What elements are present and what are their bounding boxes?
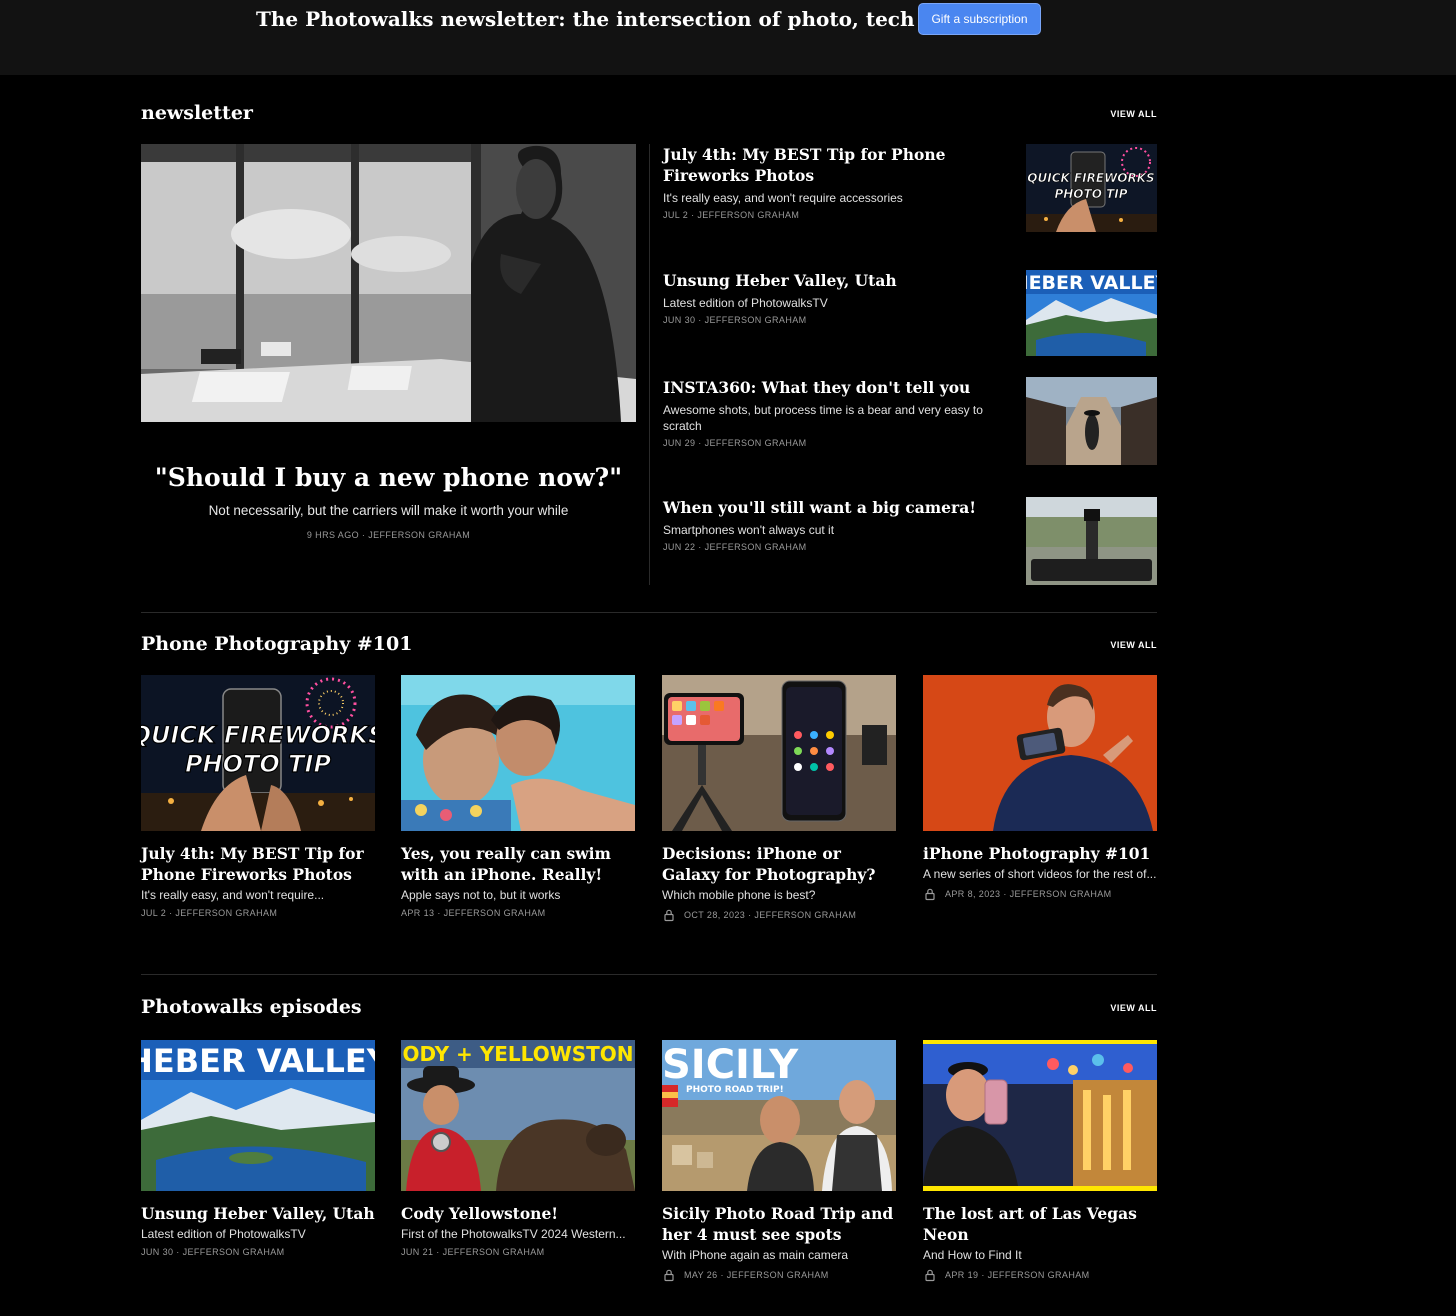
post-card[interactable]: iPhone Photography #101 A new series of … [923, 675, 1157, 901]
post-meta: JUL 2 · JEFFERSON GRAHAM [141, 908, 375, 918]
post-title[interactable]: Unsung Heber Valley, Utah [663, 270, 1003, 291]
section-divider [141, 612, 1157, 613]
thumbnail-text: SICILY [662, 1042, 799, 1088]
post-subtitle: With iPhone again as main camera [662, 1248, 849, 1262]
featured-post-meta: 9 HRS AGO · JEFFERSON GRAHAM [306, 530, 471, 540]
section-divider [141, 974, 1157, 975]
featured-post-image[interactable] [141, 144, 636, 422]
post-card[interactable]: ODY + YELLOWSTON Cody Yellowstone! First… [401, 1040, 635, 1257]
thumbnail-text: ODY + YELLOWSTON [402, 1042, 633, 1066]
thumbnail-text: PHOTO TIP [185, 750, 332, 778]
post-meta-text: APR 8, 2023 · JEFFERSON GRAHAM [945, 889, 1112, 899]
post-subtitle: And How to Find It [923, 1248, 1022, 1262]
post-title[interactable]: Unsung Heber Valley, Utah [141, 1203, 375, 1224]
section-title-newsletter: newsletter [141, 102, 253, 124]
post-thumbnail[interactable] [1026, 377, 1157, 465]
post-meta: JUN 30 · JEFFERSON GRAHAM [141, 1247, 375, 1257]
post-subtitle: It's really easy, and won't require... [141, 888, 325, 902]
lock-icon [923, 887, 937, 901]
post-thumbnail[interactable] [923, 675, 1157, 831]
post-meta-text: APR 19 · JEFFERSON GRAHAM [945, 1270, 1090, 1280]
post-title[interactable]: Sicily Photo Road Trip and her 4 must se… [662, 1203, 896, 1245]
post-thumbnail[interactable]: QUICK FIREWORKS PHOTO TIP [141, 675, 375, 831]
view-all-newsletter-link[interactable]: VIEW ALL [1100, 109, 1157, 119]
post-meta: MAY 26 · JEFFERSON GRAHAM [662, 1268, 896, 1282]
gift-subscription-button[interactable]: Gift a subscription [918, 3, 1041, 35]
lock-icon [923, 1268, 937, 1282]
post-meta-text: JUN 21 · JEFFERSON GRAHAM [401, 1247, 545, 1257]
post-thumbnail[interactable]: SICILY PHOTO ROAD TRIP! [662, 1040, 896, 1191]
post-card[interactable]: Yes, you really can swim with an iPhone.… [401, 675, 635, 918]
svg-text:PHOTO TIP: PHOTO TIP [1054, 187, 1127, 201]
post-title[interactable]: When you'll still want a big camera! [663, 497, 1003, 518]
post-thumbnail[interactable] [1026, 497, 1157, 585]
post-subtitle: Latest edition of PhotowalksTV [141, 1227, 306, 1241]
post-subtitle: A new series of short videos for the res… [923, 867, 1157, 881]
post-card[interactable]: Decisions: iPhone or Galaxy for Photogra… [662, 675, 896, 922]
section-title-phone-photography: Phone Photography #101 [141, 633, 413, 655]
post-card[interactable]: SICILY PHOTO ROAD TRIP! Sicily Photo Roa… [662, 1040, 896, 1282]
svg-text:HEBER VALLEY: HEBER VALLEY [1026, 272, 1157, 294]
post-thumbnail[interactable]: HEBER VALLEY [1026, 270, 1157, 356]
post-title[interactable]: July 4th: My BEST Tip for Phone Firework… [663, 144, 1003, 186]
post-meta: APR 19 · JEFFERSON GRAHAM [923, 1268, 1157, 1282]
lock-icon [662, 1268, 676, 1282]
banner-text: The Photowalks newsletter: the intersect… [256, 7, 1020, 31]
thumbnail-text: PHOTO ROAD TRIP! [686, 1085, 784, 1095]
post-thumbnail[interactable] [923, 1040, 1157, 1191]
post-thumbnail[interactable] [401, 675, 635, 831]
post-meta: APR 8, 2023 · JEFFERSON GRAHAM [923, 887, 1157, 901]
vertical-divider [649, 144, 650, 585]
post-thumbnail[interactable]: QUICK FIREWORKS PHOTO TIP [1026, 144, 1157, 232]
post-subtitle: Latest edition of PhotowalksTV [663, 296, 828, 310]
list-item[interactable]: Unsung Heber Valley, Utah Latest edition… [663, 270, 1157, 356]
post-title[interactable]: Yes, you really can swim with an iPhone.… [401, 843, 635, 885]
list-item[interactable]: INSTA360: What they don't tell you Aweso… [663, 377, 1157, 465]
post-title[interactable]: The lost art of Las Vegas Neon [923, 1203, 1157, 1245]
post-meta: OCT 28, 2023 · JEFFERSON GRAHAM [662, 908, 896, 922]
post-meta-text: APR 13 · JEFFERSON GRAHAM [401, 908, 546, 918]
post-card[interactable]: QUICK FIREWORKS PHOTO TIP July 4th: My B… [141, 675, 375, 918]
post-subtitle: Apple says not to, but it works [401, 888, 561, 902]
post-thumbnail[interactable]: HEBER VALLEY [141, 1040, 375, 1191]
post-title[interactable]: Decisions: iPhone or Galaxy for Photogra… [662, 843, 896, 885]
post-subtitle: Which mobile phone is best? [662, 888, 816, 902]
post-thumbnail[interactable] [662, 675, 896, 831]
post-subtitle: First of the PhotowalksTV 2024 Western..… [401, 1227, 626, 1241]
post-title[interactable]: July 4th: My BEST Tip for Phone Firework… [141, 843, 375, 885]
list-item[interactable]: When you'll still want a big camera! Sma… [663, 497, 1157, 585]
post-subtitle: Awesome shots, but process time is a bea… [663, 403, 983, 433]
post-title[interactable]: Cody Yellowstone! [401, 1203, 635, 1224]
post-meta-text: JUL 2 · JEFFERSON GRAHAM [141, 908, 278, 918]
post-title[interactable]: iPhone Photography #101 [923, 843, 1157, 864]
featured-post-subtitle: Not necessarily, but the carriers will m… [208, 503, 569, 518]
post-meta-text: JUN 30 · JEFFERSON GRAHAM [141, 1247, 285, 1257]
post-meta-text: OCT 28, 2023 · JEFFERSON GRAHAM [684, 910, 857, 920]
thumbnail-text: HEBER VALLEY [141, 1042, 375, 1080]
post-subtitle: It's really easy, and won't require acce… [663, 191, 903, 205]
post-thumbnail[interactable]: ODY + YELLOWSTON [401, 1040, 635, 1191]
list-item[interactable]: July 4th: My BEST Tip for Phone Firework… [663, 144, 1157, 232]
lock-icon [662, 908, 676, 922]
post-subtitle: Smartphones won't always cut it [663, 523, 835, 537]
post-meta-text: MAY 26 · JEFFERSON GRAHAM [684, 1270, 829, 1280]
featured-post-title[interactable]: "Should I buy a new phone now?" [141, 463, 636, 492]
section-title-photowalks-episodes: Photowalks episodes [141, 996, 362, 1018]
post-title[interactable]: INSTA360: What they don't tell you [663, 377, 1003, 398]
view-all-phone-photography-link[interactable]: VIEW ALL [1100, 640, 1157, 650]
thumbnail-text: QUICK FIREWORKS [141, 721, 375, 749]
view-all-photowalks-episodes-link[interactable]: VIEW ALL [1100, 1003, 1157, 1013]
top-banner: The Photowalks newsletter: the intersect… [0, 0, 1456, 75]
svg-text:QUICK FIREWORKS: QUICK FIREWORKS [1027, 171, 1154, 185]
post-meta: APR 13 · JEFFERSON GRAHAM [401, 908, 635, 918]
post-meta: JUN 21 · JEFFERSON GRAHAM [401, 1247, 635, 1257]
post-card[interactable]: HEBER VALLEY Unsung Heber Valley, Utah L… [141, 1040, 375, 1257]
post-card[interactable]: The lost art of Las Vegas Neon And How t… [923, 1040, 1157, 1282]
